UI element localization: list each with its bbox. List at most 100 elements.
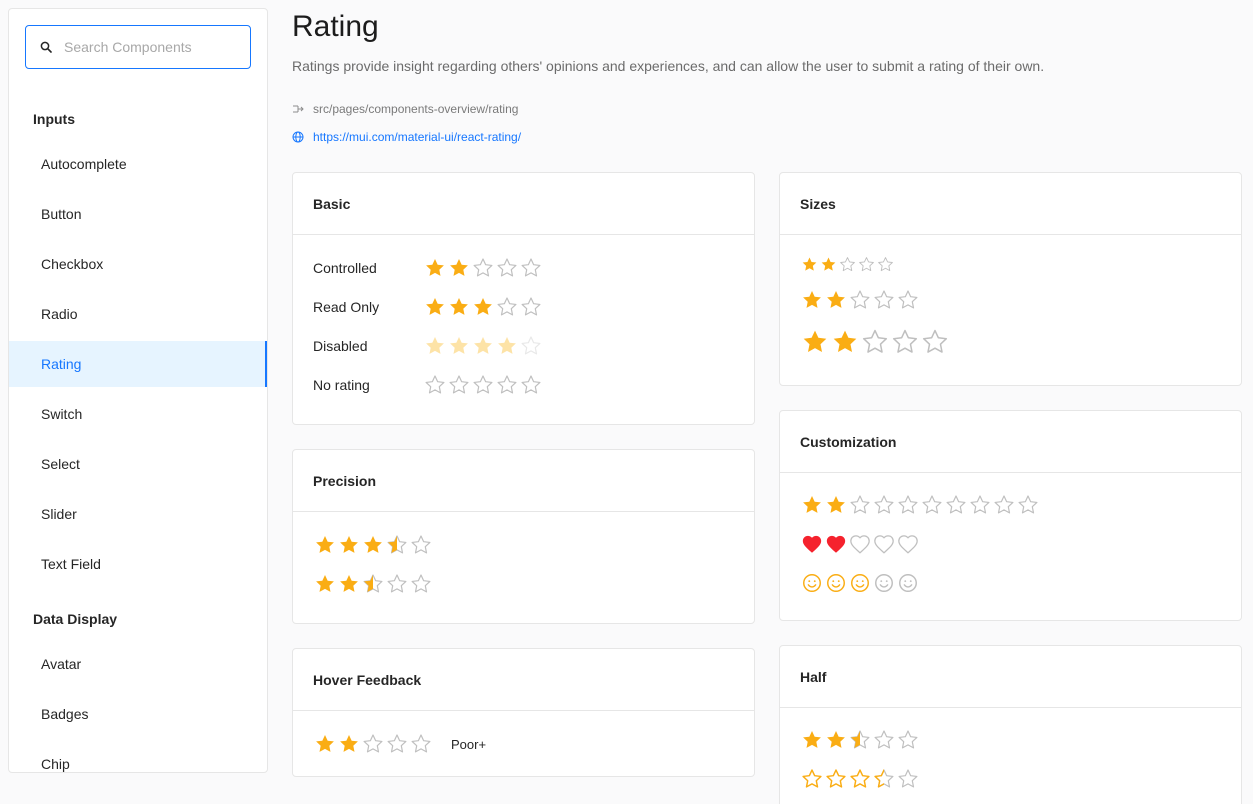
star-icon[interactable] bbox=[409, 534, 433, 556]
card-sizes: Sizes bbox=[779, 172, 1242, 386]
sidebar-item-text-field[interactable]: Text Field bbox=[9, 541, 267, 587]
star-icon[interactable] bbox=[313, 534, 337, 556]
rating-precision-2[interactable] bbox=[313, 573, 433, 595]
sidebar-item-button[interactable]: Button bbox=[9, 191, 267, 237]
star-icon[interactable] bbox=[361, 573, 385, 595]
star-icon[interactable] bbox=[896, 494, 920, 516]
sidebar-item-avatar[interactable]: Avatar bbox=[9, 641, 267, 687]
docs-link[interactable]: https://mui.com/material-ui/react-rating… bbox=[292, 130, 521, 144]
heart-icon[interactable] bbox=[872, 534, 896, 556]
star-icon[interactable] bbox=[800, 729, 824, 751]
star-icon[interactable] bbox=[385, 534, 409, 556]
star-icon[interactable] bbox=[838, 256, 857, 273]
rating-medium[interactable] bbox=[800, 289, 920, 311]
star-icon[interactable] bbox=[471, 257, 495, 279]
star-icon[interactable] bbox=[872, 289, 896, 311]
star-icon[interactable] bbox=[313, 733, 337, 755]
star-icon[interactable] bbox=[896, 768, 920, 790]
star-icon[interactable] bbox=[848, 729, 872, 751]
heart-icon[interactable] bbox=[896, 534, 920, 556]
sidebar-item-badges[interactable]: Badges bbox=[9, 691, 267, 737]
star-icon[interactable] bbox=[409, 733, 433, 755]
star-icon[interactable] bbox=[800, 328, 830, 356]
star-icon[interactable] bbox=[872, 768, 896, 790]
source-path-text: src/pages/components-overview/rating bbox=[313, 102, 519, 116]
star-icon[interactable] bbox=[824, 768, 848, 790]
rating-precision-1[interactable] bbox=[313, 534, 433, 556]
star-icon[interactable] bbox=[471, 374, 495, 396]
star-icon[interactable] bbox=[857, 256, 876, 273]
rating-hover[interactable] bbox=[313, 733, 433, 755]
heart-icon[interactable] bbox=[824, 534, 848, 556]
star-icon[interactable] bbox=[860, 328, 890, 356]
sidebar-item-select[interactable]: Select bbox=[9, 441, 267, 487]
rating-small[interactable] bbox=[800, 256, 895, 273]
star-icon[interactable] bbox=[800, 256, 819, 273]
rating-large[interactable] bbox=[800, 328, 950, 356]
star-icon[interactable] bbox=[800, 494, 824, 516]
star-icon[interactable] bbox=[992, 494, 1016, 516]
sidebar-item-chip[interactable]: Chip bbox=[9, 741, 267, 772]
star-icon[interactable] bbox=[830, 328, 860, 356]
rating-no-rating[interactable] bbox=[423, 374, 543, 396]
star-icon[interactable] bbox=[800, 289, 824, 311]
rating-half-outline[interactable] bbox=[800, 768, 920, 790]
sidebar-item-rating[interactable]: Rating bbox=[9, 341, 267, 387]
heart-icon[interactable] bbox=[848, 534, 872, 556]
star-icon[interactable] bbox=[447, 257, 471, 279]
rating-half-filled[interactable] bbox=[800, 729, 920, 751]
star-icon[interactable] bbox=[872, 494, 896, 516]
star-icon[interactable] bbox=[385, 573, 409, 595]
star-icon[interactable] bbox=[920, 328, 950, 356]
star-icon[interactable] bbox=[361, 534, 385, 556]
rating-smileys[interactable] bbox=[800, 572, 920, 594]
sidebar-item-switch[interactable]: Switch bbox=[9, 391, 267, 437]
star-icon[interactable] bbox=[920, 494, 944, 516]
smiley-icon[interactable] bbox=[800, 572, 824, 594]
star-icon[interactable] bbox=[313, 573, 337, 595]
smiley-icon[interactable] bbox=[872, 572, 896, 594]
rating-hearts[interactable] bbox=[800, 534, 920, 556]
star-icon[interactable] bbox=[848, 494, 872, 516]
docs-link-text[interactable]: https://mui.com/material-ui/react-rating… bbox=[313, 130, 521, 144]
sidebar-item-radio[interactable]: Radio bbox=[9, 291, 267, 337]
star-icon[interactable] bbox=[337, 733, 361, 755]
star-icon[interactable] bbox=[890, 328, 920, 356]
rating-ten-stars[interactable] bbox=[800, 494, 1040, 516]
star-icon[interactable] bbox=[819, 256, 838, 273]
star-icon[interactable] bbox=[968, 494, 992, 516]
star-icon[interactable] bbox=[423, 257, 447, 279]
star-icon[interactable] bbox=[824, 729, 848, 751]
star-icon[interactable] bbox=[824, 494, 848, 516]
sidebar-item-autocomplete[interactable]: Autocomplete bbox=[9, 141, 267, 187]
star-icon[interactable] bbox=[848, 768, 872, 790]
star-icon[interactable] bbox=[896, 729, 920, 751]
search-input[interactable]: Search Components bbox=[25, 25, 251, 69]
sidebar-item-checkbox[interactable]: Checkbox bbox=[9, 241, 267, 287]
star-icon[interactable] bbox=[337, 534, 361, 556]
star-icon[interactable] bbox=[385, 733, 409, 755]
star-icon[interactable] bbox=[944, 494, 968, 516]
star-icon[interactable] bbox=[495, 257, 519, 279]
star-icon[interactable] bbox=[519, 257, 543, 279]
star-icon[interactable] bbox=[409, 573, 433, 595]
star-icon[interactable] bbox=[896, 289, 920, 311]
star-icon[interactable] bbox=[361, 733, 385, 755]
smiley-icon[interactable] bbox=[896, 572, 920, 594]
star-icon[interactable] bbox=[423, 374, 447, 396]
star-icon[interactable] bbox=[1016, 494, 1040, 516]
star-icon[interactable] bbox=[495, 374, 519, 396]
star-icon[interactable] bbox=[848, 289, 872, 311]
star-icon[interactable] bbox=[800, 768, 824, 790]
star-icon[interactable] bbox=[337, 573, 361, 595]
star-icon[interactable] bbox=[447, 374, 471, 396]
sidebar-item-slider[interactable]: Slider bbox=[9, 491, 267, 537]
smiley-icon[interactable] bbox=[824, 572, 848, 594]
star-icon[interactable] bbox=[872, 729, 896, 751]
star-icon[interactable] bbox=[519, 374, 543, 396]
heart-icon[interactable] bbox=[800, 534, 824, 556]
star-icon[interactable] bbox=[876, 256, 895, 273]
star-icon[interactable] bbox=[824, 289, 848, 311]
smiley-icon[interactable] bbox=[848, 572, 872, 594]
rating-controlled[interactable] bbox=[423, 257, 543, 279]
